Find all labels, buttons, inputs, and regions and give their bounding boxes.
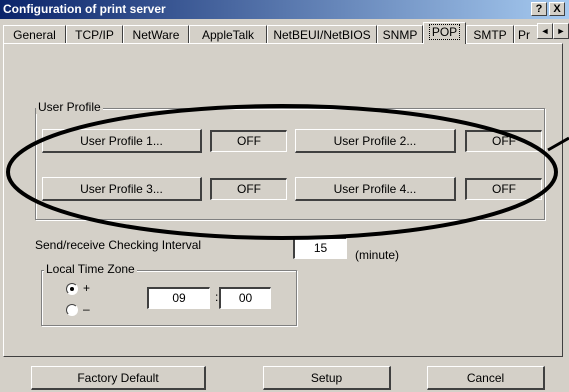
- interval-label: Send/receive Checking Interval: [35, 238, 202, 252]
- tab-general-label: General: [13, 28, 56, 42]
- user-profile-group: [35, 108, 545, 220]
- window-title: Configuration of print server: [3, 2, 166, 16]
- user-profile-1-status: OFF: [210, 130, 287, 152]
- user-profile-4-status: OFF: [465, 178, 542, 200]
- tab-snmp[interactable]: SNMP: [377, 25, 423, 44]
- tab-netbeui[interactable]: NetBEUI/NetBIOS: [267, 25, 377, 44]
- timezone-group-label: Local Time Zone: [44, 262, 137, 276]
- timezone-minutes-input[interactable]: 00: [219, 287, 271, 309]
- timezone-plus-radio[interactable]: [66, 283, 78, 295]
- title-bar: Configuration of print server ? X: [0, 0, 569, 19]
- timezone-minus-radio[interactable]: [66, 304, 78, 316]
- user-profile-2-button[interactable]: User Profile 2...: [295, 129, 456, 153]
- user-profile-2-status: OFF: [465, 130, 542, 152]
- tab-netware-label: NetWare: [132, 28, 180, 42]
- tab-tcpip[interactable]: TCP/IP: [66, 25, 123, 44]
- tab-pr-label: Pr: [518, 28, 530, 42]
- user-profile-group-label: User Profile: [36, 100, 103, 114]
- tab-pop-label: POP: [428, 24, 461, 40]
- close-button[interactable]: X: [549, 2, 565, 16]
- timezone-minus-label: –: [83, 302, 90, 316]
- user-profile-4-button[interactable]: User Profile 4...: [295, 177, 456, 201]
- tab-smtp-label: SMTP: [473, 28, 507, 42]
- tab-tcpip-label: TCP/IP: [75, 28, 114, 42]
- tab-appletalk-label: AppleTalk: [201, 28, 255, 42]
- user-profile-1-button[interactable]: User Profile 1...: [42, 129, 202, 153]
- user-profile-3-button[interactable]: User Profile 3...: [42, 177, 202, 201]
- tab-netbeui-label: NetBEUI/NetBIOS: [273, 28, 371, 42]
- interval-unit: (minute): [355, 248, 400, 262]
- tab-smtp[interactable]: SMTP: [466, 25, 514, 44]
- tab-strip: General TCP/IP NetWare AppleTalk NetBEUI…: [3, 22, 539, 44]
- tab-netware[interactable]: NetWare: [123, 25, 189, 44]
- tab-scroll-left-icon[interactable]: ◄: [537, 23, 553, 39]
- timezone-plus-label: +: [83, 281, 91, 295]
- setup-button[interactable]: Setup: [263, 366, 391, 390]
- interval-input[interactable]: 15: [293, 237, 347, 259]
- tab-pop[interactable]: POP: [423, 22, 466, 44]
- tab-snmp-label: SNMP: [382, 28, 418, 42]
- factory-default-button[interactable]: Factory Default: [31, 366, 206, 390]
- user-profile-3-status: OFF: [210, 178, 287, 200]
- tab-appletalk[interactable]: AppleTalk: [189, 25, 267, 44]
- help-button[interactable]: ?: [531, 2, 547, 16]
- tab-general[interactable]: General: [3, 25, 66, 44]
- cancel-button[interactable]: Cancel: [427, 366, 545, 390]
- timezone-hours-input[interactable]: 09: [147, 287, 210, 309]
- timezone-separator: :: [215, 290, 219, 304]
- tab-scroll-right-icon[interactable]: ►: [553, 23, 569, 39]
- tab-pr[interactable]: Pr: [514, 25, 539, 44]
